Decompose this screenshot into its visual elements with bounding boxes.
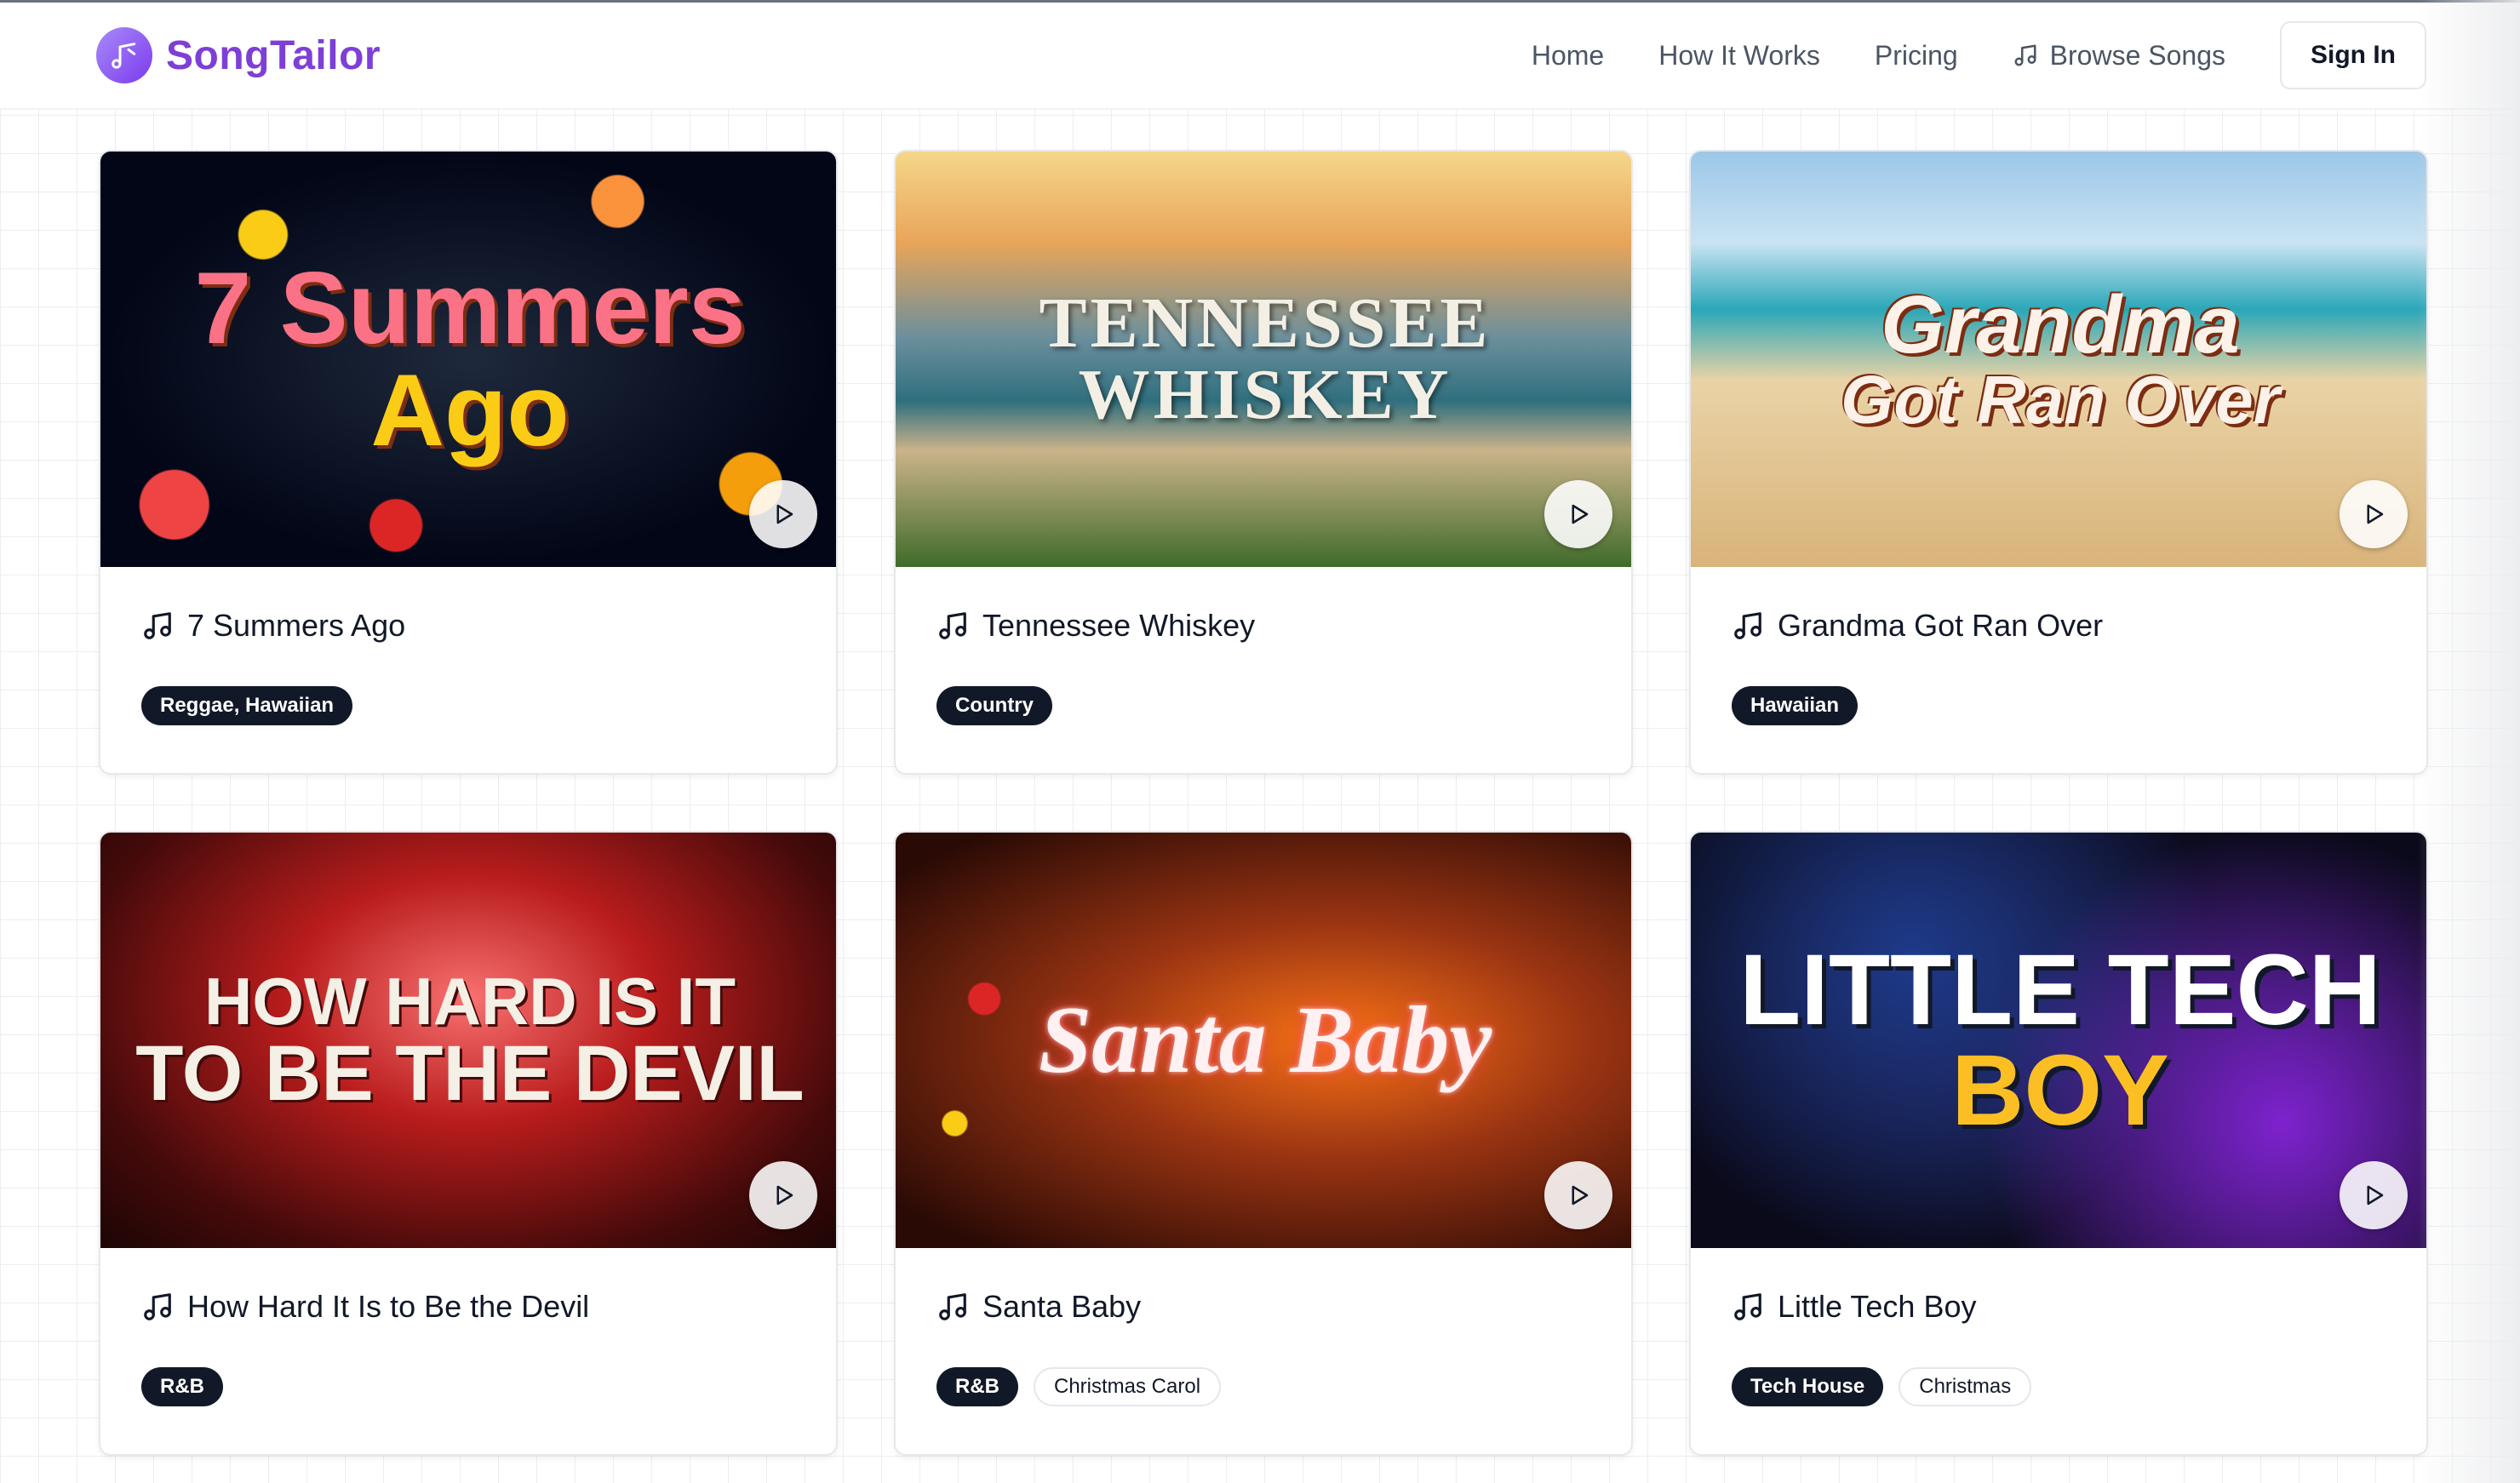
music-note-icon bbox=[144, 1293, 171, 1320]
music-note-icon bbox=[2014, 44, 2036, 66]
music-note-icon bbox=[1734, 1293, 1761, 1320]
cover-text-line-1: Santa Baby bbox=[1038, 988, 1492, 1093]
nav-label: How It Works bbox=[1658, 39, 1820, 71]
cover-text-line-2: Ago bbox=[370, 353, 570, 467]
cover-title: HOW HARD IS IT TO BE THE DEVIL bbox=[100, 964, 836, 1117]
song-card-how-hard-it-is-to-be-the-devil[interactable]: HOW HARD IS IT TO BE THE DEVIL How Hard … bbox=[99, 831, 838, 1456]
genre-tag[interactable]: Country bbox=[936, 686, 1052, 725]
music-note-icon bbox=[144, 612, 171, 639]
nav-label: Pricing bbox=[1874, 39, 1958, 71]
site-header: SongTailor Home How It Works Pricing Bro… bbox=[0, 3, 2520, 110]
genre-tags: R&B bbox=[141, 1367, 795, 1406]
genre-tags: R&B Christmas Carol bbox=[936, 1367, 1590, 1406]
song-title-text: Santa Baby bbox=[982, 1289, 1142, 1324]
cover-text-line-1: 7 Summers bbox=[194, 251, 746, 365]
song-title[interactable]: 7 Summers Ago bbox=[141, 608, 795, 644]
genre-tag[interactable]: Christmas bbox=[1899, 1367, 2032, 1406]
nav-home[interactable]: Home bbox=[1532, 40, 1604, 72]
genre-tag[interactable]: Tech House bbox=[1732, 1367, 1884, 1406]
song-cover-image[interactable]: Santa Baby bbox=[896, 833, 1631, 1248]
song-title[interactable]: Little Tech Boy bbox=[1732, 1289, 2385, 1325]
song-grid: 7 Summers Ago 7 Summers Ago Reggae, Hawa… bbox=[99, 150, 2428, 1456]
song-title-text: Grandma Got Ran Over bbox=[1778, 608, 2104, 643]
cover-text-line-1: LITTLE TECH bbox=[1739, 934, 2381, 1046]
genre-tags: Reggae, Hawaiian bbox=[141, 686, 795, 725]
nav-how-it-works[interactable]: How It Works bbox=[1658, 40, 1820, 72]
sign-in-button[interactable]: Sign In bbox=[2280, 21, 2426, 89]
song-title-text: How Hard It Is to Be the Devil bbox=[187, 1289, 590, 1324]
song-card-7-summers-ago[interactable]: 7 Summers Ago 7 Summers Ago Reggae, Hawa… bbox=[99, 150, 838, 775]
song-cover-image[interactable]: 7 Summers Ago bbox=[100, 152, 836, 567]
cover-title: Grandma Got Ran Over bbox=[1691, 279, 2426, 438]
cover-text-line-1: HOW HARD IS IT bbox=[204, 964, 736, 1039]
genre-tag[interactable]: Reggae, Hawaiian bbox=[141, 686, 353, 725]
cover-title: TENNESSEE WHISKEY bbox=[896, 283, 1631, 434]
play-icon bbox=[776, 1185, 793, 1205]
song-card-grandma-got-ran-over[interactable]: Grandma Got Ran Over Grandma Got Ran Ove… bbox=[1689, 150, 2428, 775]
genre-tag[interactable]: Christmas Carol bbox=[1034, 1367, 1222, 1406]
logo[interactable]: SongTailor bbox=[96, 27, 381, 83]
music-note-icon bbox=[939, 1293, 966, 1320]
genre-tag[interactable]: R&B bbox=[141, 1367, 223, 1406]
play-button[interactable] bbox=[2340, 480, 2408, 548]
cover-text-line-2: WHISKEY bbox=[1078, 355, 1452, 434]
play-icon bbox=[776, 504, 793, 524]
play-icon bbox=[2367, 1185, 2384, 1205]
play-icon bbox=[2367, 504, 2384, 524]
genre-tag[interactable]: R&B bbox=[936, 1367, 1018, 1406]
nav-label: Home bbox=[1531, 39, 1605, 71]
nav-browse-songs[interactable]: Browse Songs bbox=[2013, 40, 2225, 72]
song-cover-image[interactable]: LITTLE TECH BOY bbox=[1691, 833, 2426, 1248]
play-button[interactable] bbox=[749, 480, 817, 548]
song-title-text: Tennessee Whiskey bbox=[982, 608, 1256, 643]
song-card-santa-baby[interactable]: Santa Baby Santa Baby R&B Christmas Caro… bbox=[894, 831, 1633, 1456]
song-cover-image[interactable]: Grandma Got Ran Over bbox=[1691, 152, 2426, 567]
play-button[interactable] bbox=[749, 1161, 817, 1229]
cover-text-line-1: Grandma bbox=[1881, 279, 2240, 370]
genre-tags: Tech House Christmas bbox=[1732, 1367, 2385, 1406]
cover-text-line-1: TENNESSEE bbox=[1039, 283, 1492, 363]
cover-text-line-2: Got Ran Over bbox=[1841, 362, 2280, 438]
play-icon bbox=[1572, 504, 1589, 524]
page-edge-shadow bbox=[2418, 0, 2520, 1483]
cover-title: LITTLE TECH BOY bbox=[1691, 934, 2426, 1147]
song-card-tennessee-whiskey[interactable]: TENNESSEE WHISKEY Tennessee Whiskey Coun… bbox=[894, 150, 1633, 775]
cover-title: 7 Summers Ago bbox=[100, 251, 836, 467]
cover-text-line-2: TO BE THE DEVIL bbox=[135, 1030, 805, 1117]
brand-name: SongTailor bbox=[166, 32, 381, 78]
nav-label: Browse Songs bbox=[2049, 39, 2225, 71]
song-title[interactable]: Grandma Got Ran Over bbox=[1732, 608, 2385, 644]
song-cover-image[interactable]: TENNESSEE WHISKEY bbox=[896, 152, 1631, 567]
play-button[interactable] bbox=[1544, 1161, 1612, 1229]
play-icon bbox=[1572, 1185, 1589, 1205]
song-title[interactable]: Santa Baby bbox=[936, 1289, 1590, 1325]
music-note-icon bbox=[1734, 612, 1761, 639]
song-card-little-tech-boy[interactable]: LITTLE TECH BOY Little Tech Boy Tech Hou… bbox=[1689, 831, 2428, 1456]
song-title[interactable]: How Hard It Is to Be the Devil bbox=[141, 1289, 795, 1325]
cover-title: Santa Baby bbox=[896, 988, 1631, 1093]
song-title-text: Little Tech Boy bbox=[1778, 1289, 1977, 1324]
genre-tags: Country bbox=[936, 686, 1590, 725]
song-title-text: 7 Summers Ago bbox=[187, 608, 406, 643]
main-nav: Home How It Works Pricing Browse Songs S… bbox=[1532, 21, 2426, 89]
genre-tag[interactable]: Hawaiian bbox=[1732, 686, 1858, 725]
song-title[interactable]: Tennessee Whiskey bbox=[936, 608, 1590, 644]
play-button[interactable] bbox=[1544, 480, 1612, 548]
genre-tags: Hawaiian bbox=[1732, 686, 2385, 725]
music-note-icon bbox=[939, 612, 966, 639]
music-note-logo-icon bbox=[96, 27, 152, 83]
play-button[interactable] bbox=[2340, 1161, 2408, 1229]
song-cover-image[interactable]: HOW HARD IS IT TO BE THE DEVIL bbox=[100, 833, 836, 1248]
nav-pricing[interactable]: Pricing bbox=[1875, 40, 1958, 72]
cover-text-line-2: BOY bbox=[1951, 1034, 2169, 1147]
